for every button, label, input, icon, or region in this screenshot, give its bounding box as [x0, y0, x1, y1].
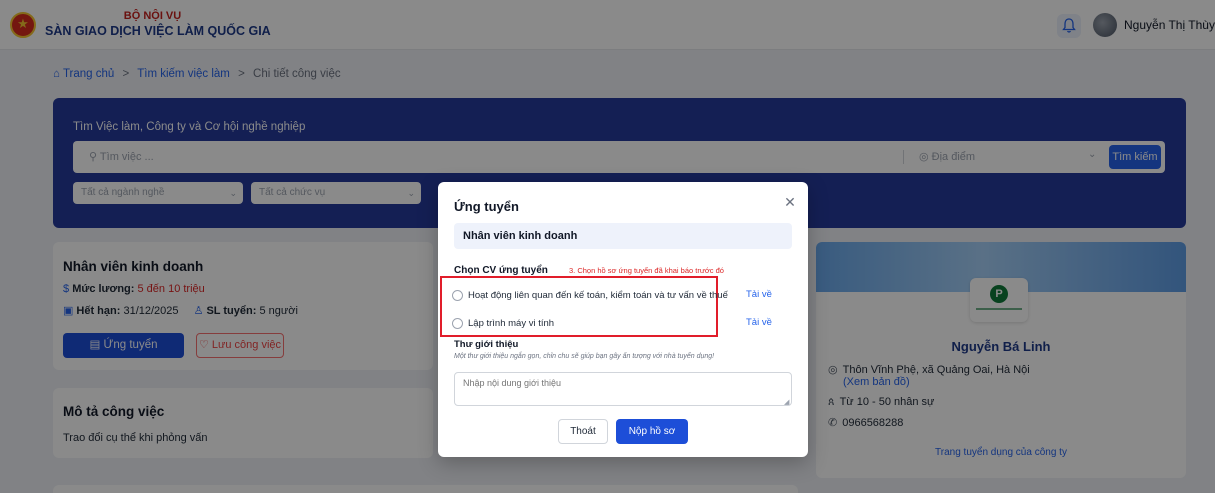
apply-modal: Ứng tuyển ✕ Nhân viên kinh doanh Chọn CV…: [438, 182, 808, 457]
submit-application-button[interactable]: Nộp hồ sơ: [616, 419, 688, 444]
cv-name: Hoạt động liên quan đến kế toán, kiểm to…: [468, 290, 728, 301]
cv-download-link[interactable]: Tải về: [746, 289, 772, 300]
cancel-button[interactable]: Thoát: [558, 419, 608, 444]
cv-name: Lập trình máy vi tính: [468, 318, 555, 329]
intro-letter-textarea[interactable]: [454, 372, 792, 406]
close-icon[interactable]: ✕: [782, 194, 798, 210]
intro-letter-hint: Một thư giới thiệu ngắn gọn, chỉn chu sẽ…: [454, 353, 715, 360]
radio-button[interactable]: [452, 318, 463, 329]
cv-select-label: Chọn CV ứng tuyển: [454, 265, 548, 276]
modal-job-title: Nhân viên kinh doanh: [454, 223, 792, 249]
cv-option[interactable]: Lập trình máy vi tính Tải về: [452, 316, 782, 332]
resize-handle-icon[interactable]: ◢: [784, 398, 789, 406]
cv-option[interactable]: Hoạt động liên quan đến kế toán, kiểm to…: [452, 288, 782, 304]
intro-letter-label: Thư giới thiệu: [454, 339, 519, 350]
radio-button[interactable]: [452, 290, 463, 301]
modal-title: Ứng tuyển: [454, 199, 519, 214]
cv-download-link[interactable]: Tải về: [746, 317, 772, 328]
annotation-note: 3. Chọn hồ sơ ứng tuyển đã khai báo trướ…: [569, 266, 724, 275]
